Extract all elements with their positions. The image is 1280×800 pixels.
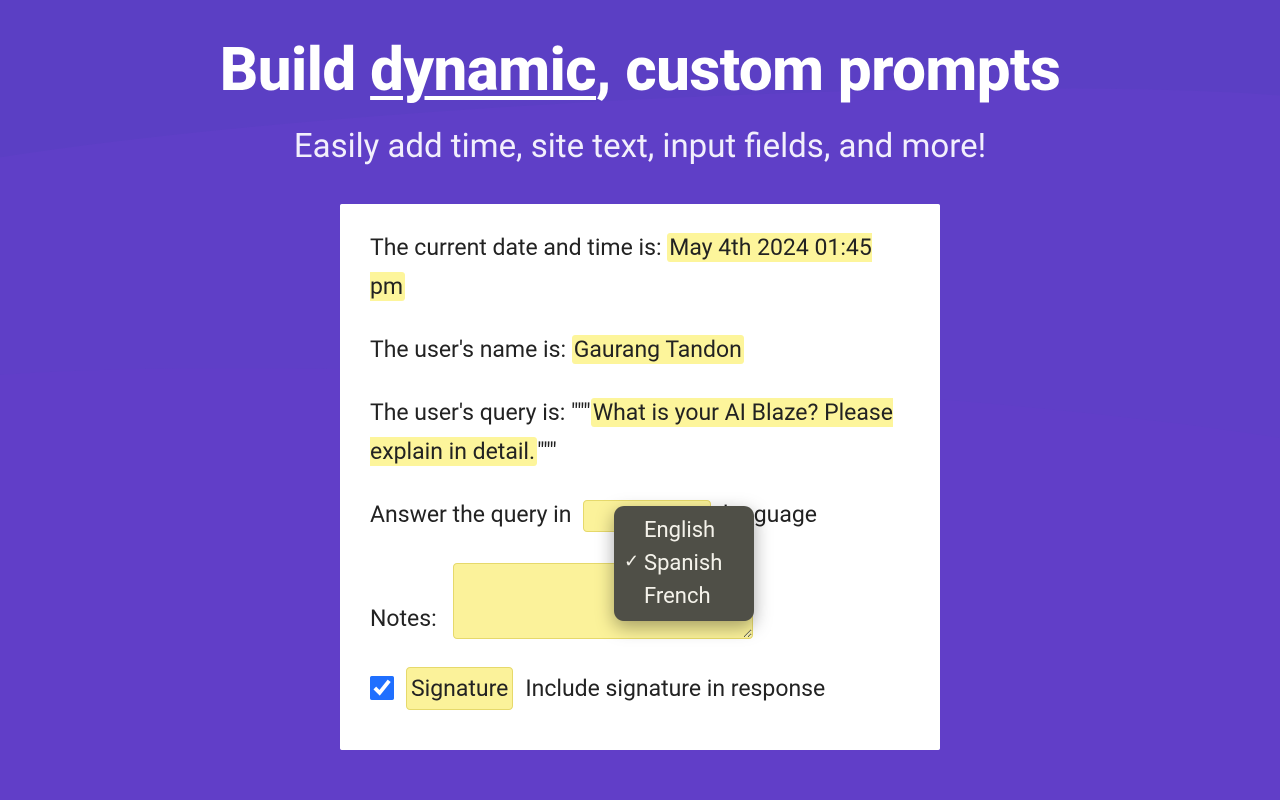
username-line: The user's name is: Gaurang Tandon bbox=[370, 330, 910, 369]
signature-label: Signature bbox=[406, 667, 513, 710]
answer-pre: Answer the query in bbox=[370, 501, 571, 528]
signature-checkbox[interactable] bbox=[370, 676, 394, 700]
notes-label: Notes: bbox=[370, 599, 437, 638]
datetime-line: The current date and time is: May 4th 20… bbox=[370, 228, 910, 306]
hero: Build dynamic, custom prompts Easily add… bbox=[0, 0, 1280, 166]
username-label: The user's name is: bbox=[370, 336, 572, 363]
signature-caption: Include signature in response bbox=[525, 669, 825, 708]
query-close: """ bbox=[537, 438, 557, 465]
username-value: Gaurang Tandon bbox=[572, 335, 744, 364]
query-line: The user's query is: """What is your AI … bbox=[370, 393, 910, 471]
language-menu-item-english[interactable]: English bbox=[614, 514, 754, 547]
language-menu-item-spanish[interactable]: Spanish bbox=[614, 547, 754, 580]
language-menu[interactable]: English Spanish French bbox=[614, 506, 754, 621]
hero-title-post: , custom prompts bbox=[596, 34, 1060, 105]
prompt-card: The current date and time is: May 4th 20… bbox=[340, 204, 940, 750]
hero-title-underlined: dynamic bbox=[370, 34, 596, 105]
language-menu-item-french[interactable]: French bbox=[614, 580, 754, 613]
query-label: The user's query is: """ bbox=[370, 399, 591, 426]
hero-title: Build dynamic, custom prompts bbox=[0, 34, 1280, 105]
hero-title-pre: Build bbox=[220, 34, 370, 105]
datetime-label: The current date and time is: bbox=[370, 234, 667, 261]
hero-subtitle: Easily add time, site text, input fields… bbox=[0, 127, 1280, 166]
signature-row: Signature Include signature in response bbox=[370, 667, 910, 710]
